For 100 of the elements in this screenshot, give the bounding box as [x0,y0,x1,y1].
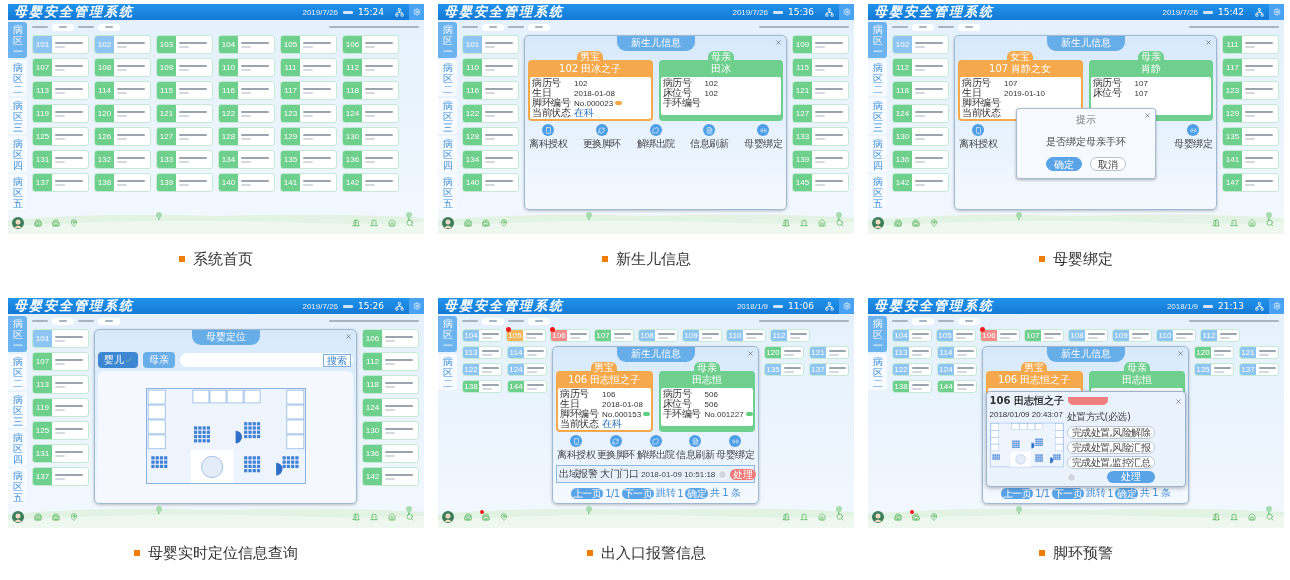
building-icon[interactable] [34,513,42,521]
bed-card[interactable]: 125 [32,127,89,146]
ward-tab[interactable]: 病区一 [8,316,27,352]
filter-dropdown[interactable] [912,23,934,31]
bed-card[interactable]: 142 [342,173,399,192]
bed-card[interactable]: 107 [32,352,89,371]
filter-tab[interactable]: 母亲 [143,352,175,368]
ward-tab[interactable]: 病区一 [8,22,27,58]
bed-card[interactable]: 119 [32,104,89,123]
avatar-icon[interactable] [12,217,24,229]
bed-card[interactable]: 129 [280,127,337,146]
bed-card[interactable]: 130 [892,127,949,146]
bed-card[interactable]: 138 [462,380,502,393]
prev-page-button[interactable]: 上一页 [570,487,604,499]
next-page-button[interactable]: 下一页 [1051,487,1085,499]
action-button[interactable]: 母婴绑定 [1174,124,1212,151]
door-icon[interactable] [370,219,378,227]
bed-card[interactable]: 121 [809,346,849,359]
network-icon[interactable] [1255,7,1264,17]
settings-button[interactable] [409,298,424,314]
search-icon[interactable] [836,513,844,521]
bed-card[interactable]: 115 [156,81,213,100]
bed-card[interactable]: 105 [936,329,976,342]
map-pin-icon[interactable] [500,513,508,521]
bed-card[interactable]: 104 [892,329,932,342]
ward-tab[interactable]: 病区一 [868,22,887,58]
ward-tab[interactable]: 病区四 [8,136,27,172]
door-icon[interactable] [352,513,360,521]
ward-tab[interactable]: 病区三 [8,392,27,428]
bed-card[interactable]: 132 [94,150,151,169]
bed-card[interactable]: 104 [218,35,275,54]
bed-card[interactable]: 106 [362,329,419,348]
bed-card[interactable]: 103 [156,35,213,54]
action-button[interactable]: 母婴绑定 [716,435,754,462]
confirm-button[interactable]: 确定 [1045,157,1082,171]
door-icon[interactable] [1230,219,1238,227]
bed-card[interactable]: 144 [937,380,977,393]
bed-card[interactable]: 135 [1222,127,1279,146]
bed-card[interactable]: 124 [892,104,949,123]
close-icon[interactable] [1143,112,1151,119]
bed-card[interactable]: 136 [362,444,419,463]
hospital-icon[interactable] [482,219,490,227]
bed-card[interactable]: 106 [980,329,1020,342]
filter-dropdown[interactable] [912,317,934,325]
bed-card[interactable]: 122 [218,104,275,123]
bed-card[interactable]: 124 [937,363,977,376]
bed-card[interactable]: 139 [792,150,849,169]
bed-card[interactable]: 118 [892,81,949,100]
bed-card[interactable]: 109 [156,58,213,77]
bed-card[interactable]: 108 [638,329,678,342]
bed-card[interactable]: 122 [462,363,502,376]
handle-button[interactable]: 处理 [730,468,757,480]
filter-dropdown[interactable] [52,23,74,31]
filter-dropdown[interactable] [482,317,504,325]
action-button[interactable]: 信息刷新 [676,435,715,462]
bed-card[interactable]: 138 [94,173,151,192]
action-button[interactable]: 离科授权 [959,124,997,151]
door-icon[interactable] [352,219,360,227]
bed-card[interactable]: 102 [892,35,949,54]
door-icon[interactable] [800,219,808,227]
status-switch[interactable] [615,101,623,105]
search-icon[interactable] [1266,219,1274,227]
bed-card[interactable]: 147 [1222,173,1279,192]
network-icon[interactable] [825,301,834,311]
option-button[interactable]: 完成处置,风险解除 [1066,426,1156,439]
bed-card[interactable]: 122 [892,363,932,376]
bed-card[interactable]: 133 [792,127,849,146]
bed-card[interactable]: 112 [770,329,810,342]
action-button[interactable]: 母婴绑定 [744,124,782,151]
bed-card[interactable]: 108 [94,58,151,77]
building-icon[interactable] [464,219,472,227]
bed-card[interactable]: 109 [682,329,722,342]
hospital-icon[interactable] [52,219,60,227]
home-icon[interactable] [1248,219,1256,227]
ward-tab[interactable]: 病区二 [8,60,27,96]
alarm-row[interactable]: 出域报警 大门门口 2018-01-09 10:51:18 处理 [556,465,755,483]
settings-button[interactable] [1269,298,1284,314]
home-icon[interactable] [388,219,396,227]
bed-card[interactable]: 123 [280,104,337,123]
ward-tab[interactable]: 病区三 [868,98,887,134]
bed-card[interactable]: 105 [280,35,337,54]
bed-card[interactable]: 137 [32,467,89,486]
bed-card[interactable]: 128 [218,127,275,146]
ward-tab[interactable]: 病区四 [8,430,27,466]
door-icon[interactable] [782,219,790,227]
bed-card[interactable]: 140 [462,173,519,192]
bed-card[interactable]: 133 [156,150,213,169]
close-icon[interactable] [345,333,352,340]
action-button[interactable]: 更换脚环 [582,124,621,151]
filter-dropdown[interactable] [482,23,504,31]
ward-tab[interactable]: 病区二 [438,60,457,96]
bed-card[interactable]: 109 [1112,329,1152,342]
search-icon[interactable] [836,219,844,227]
bed-card[interactable]: 142 [892,173,949,192]
option-button[interactable]: 完成处置,风险汇报 [1066,441,1156,454]
bed-card[interactable]: 131 [32,444,89,463]
search-field[interactable]: 搜索 [180,353,353,367]
hospital-icon[interactable] [52,513,60,521]
ward-tab[interactable]: 病区一 [438,316,457,352]
bed-card[interactable]: 101 [462,35,519,54]
